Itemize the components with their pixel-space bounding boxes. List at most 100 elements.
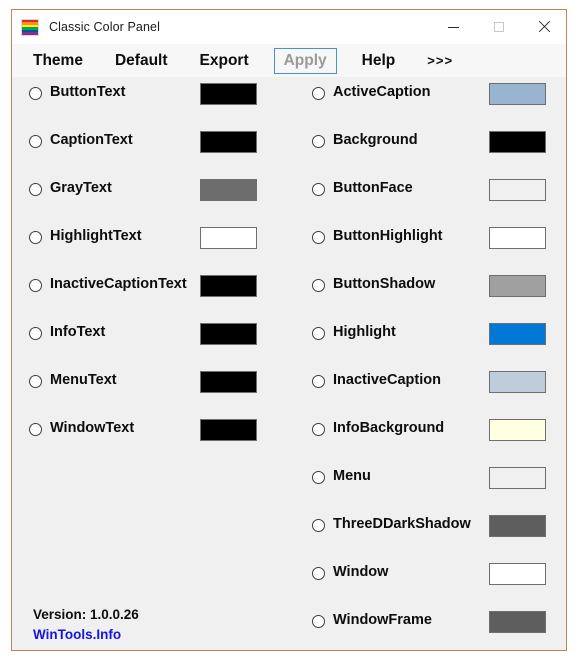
color-label: WindowFrame bbox=[333, 612, 432, 628]
radio-menu[interactable] bbox=[312, 471, 325, 484]
color-label: InfoText bbox=[50, 324, 106, 340]
radio-buttonshadow[interactable] bbox=[312, 279, 325, 292]
menu-item-[interactable]: >>> bbox=[424, 51, 456, 70]
color-swatch-buttontext[interactable] bbox=[200, 83, 257, 105]
color-label: ButtonHighlight bbox=[333, 228, 443, 244]
close-icon bbox=[538, 21, 550, 33]
color-row[interactable]: Window bbox=[295, 562, 567, 586]
radio-highlight[interactable] bbox=[312, 327, 325, 340]
color-row[interactable]: ButtonFace bbox=[295, 178, 567, 202]
color-row[interactable]: Background bbox=[295, 130, 567, 154]
color-swatch-inactivecaptiontext[interactable] bbox=[200, 275, 257, 297]
color-row[interactable]: WindowFrame bbox=[295, 610, 567, 634]
radio-infobackground[interactable] bbox=[312, 423, 325, 436]
color-swatch-menutext[interactable] bbox=[200, 371, 257, 393]
color-label: Menu bbox=[333, 468, 371, 484]
footer: Version: 1.0.0.26 WinTools.Info bbox=[33, 607, 139, 642]
radio-buttonface[interactable] bbox=[312, 183, 325, 196]
color-row[interactable]: CaptionText bbox=[12, 130, 302, 154]
window-title: Classic Color Panel bbox=[49, 20, 160, 34]
radio-captiontext[interactable] bbox=[29, 135, 42, 148]
color-row[interactable]: HighlightText bbox=[12, 226, 302, 250]
color-label: GrayText bbox=[50, 180, 112, 196]
color-label: HighlightText bbox=[50, 228, 142, 244]
color-row[interactable]: Menu bbox=[295, 466, 567, 490]
minimize-icon bbox=[448, 26, 459, 28]
color-label: ButtonFace bbox=[333, 180, 413, 196]
color-swatch-menu[interactable] bbox=[489, 467, 546, 489]
radio-background[interactable] bbox=[312, 135, 325, 148]
application-window: Classic Color Panel Theme Default Export Ap… bbox=[11, 9, 567, 651]
color-swatch-inactivecaption[interactable] bbox=[489, 371, 546, 393]
color-swatch-highlighttext[interactable] bbox=[200, 227, 257, 249]
menu-item-theme[interactable]: Theme bbox=[30, 50, 86, 72]
menu-item-default[interactable]: Default bbox=[112, 50, 171, 72]
maximize-icon bbox=[493, 22, 504, 32]
color-row[interactable]: InfoBackground bbox=[295, 418, 567, 442]
color-swatch-windowtext[interactable] bbox=[200, 419, 257, 441]
color-label: InactiveCaptionText bbox=[50, 276, 187, 292]
color-label: Window bbox=[333, 564, 389, 580]
color-swatch-threeddarkshadow[interactable] bbox=[489, 515, 546, 537]
color-swatch-buttonhighlight[interactable] bbox=[489, 227, 546, 249]
minimize-button[interactable] bbox=[431, 10, 476, 44]
color-label: WindowText bbox=[50, 420, 135, 436]
radio-inactivecaption[interactable] bbox=[312, 375, 325, 388]
color-swatch-infotext[interactable] bbox=[200, 323, 257, 345]
color-label: ButtonShadow bbox=[333, 276, 436, 292]
menu-item-apply: Apply bbox=[273, 47, 337, 74]
color-swatch-graytext[interactable] bbox=[200, 179, 257, 201]
menu-bar: Theme Default Export Apply Help >>> bbox=[12, 44, 566, 77]
version-label: Version: 1.0.0.26 bbox=[33, 607, 139, 622]
color-swatch-infobackground[interactable] bbox=[489, 419, 546, 441]
color-row[interactable]: WindowText bbox=[12, 418, 302, 442]
color-row[interactable]: ActiveCaption bbox=[295, 82, 567, 106]
color-row[interactable]: ButtonHighlight bbox=[295, 226, 567, 250]
color-swatch-windowframe[interactable] bbox=[489, 611, 546, 633]
radio-menutext[interactable] bbox=[29, 375, 42, 388]
color-settings-panel: ButtonText CaptionText GrayText HighlightTe… bbox=[12, 77, 566, 650]
color-swatch-highlight[interactable] bbox=[489, 323, 546, 345]
color-row[interactable]: ButtonText bbox=[12, 82, 302, 106]
color-swatch-buttonshadow[interactable] bbox=[489, 275, 546, 297]
color-swatch-window[interactable] bbox=[489, 563, 546, 585]
wintools-info-link[interactable]: WinTools.Info bbox=[33, 627, 139, 642]
color-label: CaptionText bbox=[50, 132, 133, 148]
color-row[interactable]: InfoText bbox=[12, 322, 302, 346]
color-label: Background bbox=[333, 132, 418, 148]
menu-item-export[interactable]: Export bbox=[197, 50, 252, 72]
color-label: ButtonText bbox=[50, 84, 126, 100]
color-row[interactable]: MenuText bbox=[12, 370, 302, 394]
radio-threeddarkshadow[interactable] bbox=[312, 519, 325, 532]
icon-stripe bbox=[22, 32, 38, 35]
color-swatch-background[interactable] bbox=[489, 131, 546, 153]
color-label: MenuText bbox=[50, 372, 117, 388]
color-row[interactable]: InactiveCaption bbox=[295, 370, 567, 394]
color-row[interactable]: GrayText bbox=[12, 178, 302, 202]
radio-buttonhighlight[interactable] bbox=[312, 231, 325, 244]
radio-graytext[interactable] bbox=[29, 183, 42, 196]
close-button[interactable] bbox=[521, 10, 566, 44]
radio-inactivecaptiontext[interactable] bbox=[29, 279, 42, 292]
radio-buttontext[interactable] bbox=[29, 87, 42, 100]
color-row[interactable]: ButtonShadow bbox=[295, 274, 567, 298]
radio-infotext[interactable] bbox=[29, 327, 42, 340]
color-swatch-activecaption[interactable] bbox=[489, 83, 546, 105]
radio-windowframe[interactable] bbox=[312, 615, 325, 628]
color-row[interactable]: ThreeDDarkShadow bbox=[295, 514, 567, 538]
color-row[interactable]: InactiveCaptionText bbox=[12, 274, 302, 298]
radio-windowtext[interactable] bbox=[29, 423, 42, 436]
color-label: Highlight bbox=[333, 324, 396, 340]
rainbow-flag-icon bbox=[21, 18, 39, 36]
color-label: ThreeDDarkShadow bbox=[333, 516, 471, 532]
color-swatch-buttonface[interactable] bbox=[489, 179, 546, 201]
color-row[interactable]: Highlight bbox=[295, 322, 567, 346]
maximize-button[interactable] bbox=[476, 10, 521, 44]
radio-highlighttext[interactable] bbox=[29, 231, 42, 244]
radio-window[interactable] bbox=[312, 567, 325, 580]
window-controls bbox=[431, 10, 566, 44]
color-label: ActiveCaption bbox=[333, 84, 431, 100]
color-swatch-captiontext[interactable] bbox=[200, 131, 257, 153]
radio-activecaption[interactable] bbox=[312, 87, 325, 100]
menu-item-help[interactable]: Help bbox=[359, 50, 399, 72]
